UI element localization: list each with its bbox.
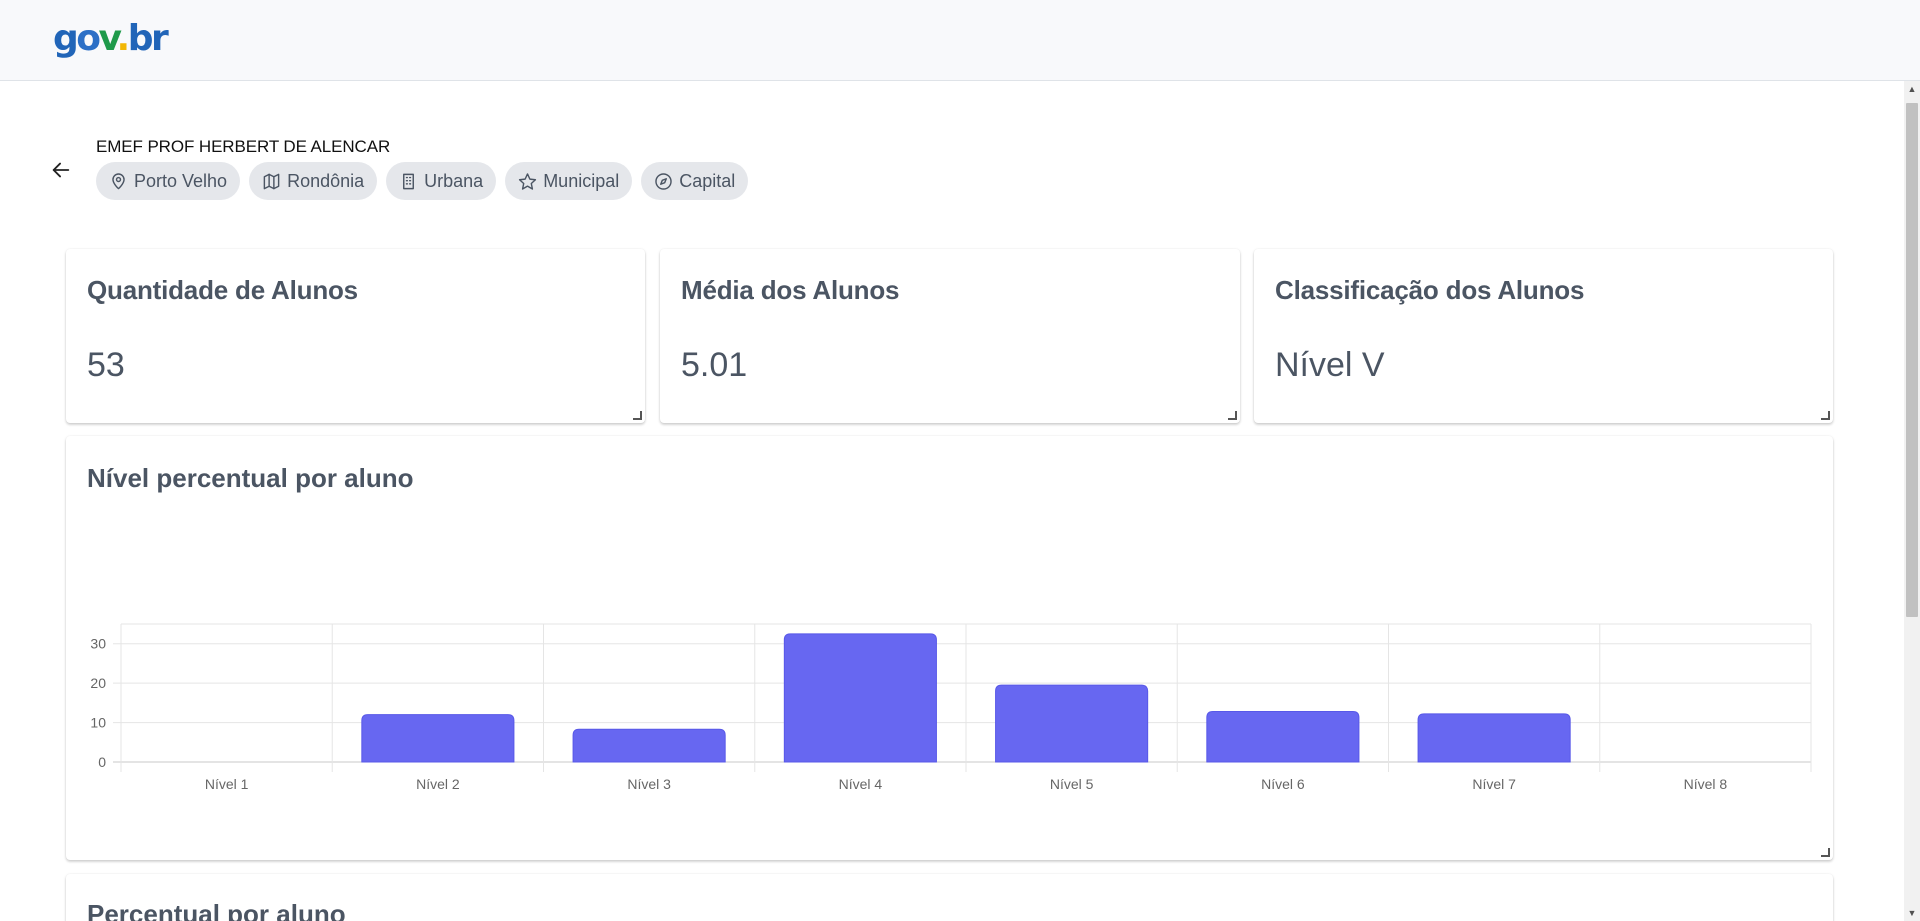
y-tick-label: 10	[90, 715, 106, 731]
x-tick-label: Nível 4	[839, 776, 883, 792]
x-tick-label: Nível 1	[205, 776, 249, 792]
bar-chart: 0 10 20 30 Nível 1 Nível 2 Nível 3 Nível 4 Nível…	[90, 623, 1812, 792]
bar	[1417, 713, 1571, 763]
tag-label: Urbana	[424, 170, 484, 191]
level-chart-card: Nível percentual por aluno 0 10 20 30 Nível …	[66, 436, 1833, 860]
card-value: 5.01	[681, 346, 748, 384]
card-value: Nível V	[1275, 346, 1385, 384]
scroll-down-icon[interactable]: ▼	[1904, 905, 1920, 921]
top-header: gov.br	[0, 0, 1920, 81]
map-icon	[263, 173, 280, 189]
bar	[783, 633, 937, 763]
bar	[361, 714, 515, 763]
card-title: Classificação dos Alunos	[1275, 275, 1585, 305]
map-pin-icon	[112, 172, 125, 189]
students-count-card: Quantidade de Alunos 53	[66, 249, 645, 423]
x-tick-label: Nível 8	[1684, 776, 1728, 792]
bar	[995, 684, 1149, 763]
x-tick-label: Nível 5	[1050, 776, 1094, 792]
school-name: EMEF PROF HERBERT DE ALENCAR	[96, 137, 391, 156]
tag-location-type[interactable]: Urbana	[386, 162, 497, 200]
tag-label: Porto Velho	[134, 170, 228, 191]
card-title: Quantidade de Alunos	[87, 275, 358, 305]
resize-handle[interactable]	[633, 411, 642, 420]
card-title: Média dos Alunos	[681, 275, 900, 305]
percent-per-student-card: Percentual por aluno	[66, 874, 1833, 921]
resize-handle[interactable]	[1821, 848, 1830, 857]
tag-label: Capital	[679, 170, 736, 191]
y-tick-label: 30	[90, 636, 106, 652]
tag-capital[interactable]: Capital	[641, 162, 749, 200]
bar	[1206, 711, 1360, 763]
star-icon	[519, 172, 537, 190]
tag-city[interactable]: Porto Velho	[96, 162, 241, 200]
compass-icon	[655, 172, 672, 190]
x-tick-label: Nível 2	[416, 776, 460, 792]
students-classification-card: Classificação dos Alunos Nível V	[1254, 249, 1833, 423]
bar	[572, 728, 726, 763]
resize-handle[interactable]	[1821, 411, 1830, 420]
scroll-thumb[interactable]	[1906, 103, 1918, 617]
govbr-logo[interactable]: gov.br	[53, 18, 169, 60]
card-value: 53	[87, 346, 125, 384]
card-title: Percentual por aluno	[87, 899, 346, 921]
tag-state[interactable]: Rondônia	[249, 162, 378, 200]
tag-label: Rondônia	[287, 170, 365, 191]
resize-handle[interactable]	[1228, 411, 1237, 420]
school-tags: Porto Velho Rondônia Urbana Municipal Ca…	[96, 162, 749, 200]
main-content: EMEF PROF HERBERT DE ALENCAR Porto Velho…	[0, 81, 1904, 921]
scroll-up-icon[interactable]: ▲	[1904, 81, 1920, 97]
x-tick-label: Nível 6	[1261, 776, 1305, 792]
tag-label: Municipal	[543, 170, 620, 191]
y-tick-label: 20	[90, 675, 106, 691]
back-button[interactable]	[45, 154, 77, 186]
x-tick-label: Nível 7	[1472, 776, 1516, 792]
x-tick-label: Nível 3	[627, 776, 671, 792]
arrow-left-icon	[52, 162, 70, 178]
tag-network[interactable]: Municipal	[505, 162, 633, 200]
students-average-card: Média dos Alunos 5.01	[660, 249, 1240, 423]
building-icon	[403, 173, 415, 189]
vertical-scrollbar[interactable]: ▲ ▼	[1904, 81, 1920, 921]
y-tick-label: 0	[98, 754, 106, 770]
